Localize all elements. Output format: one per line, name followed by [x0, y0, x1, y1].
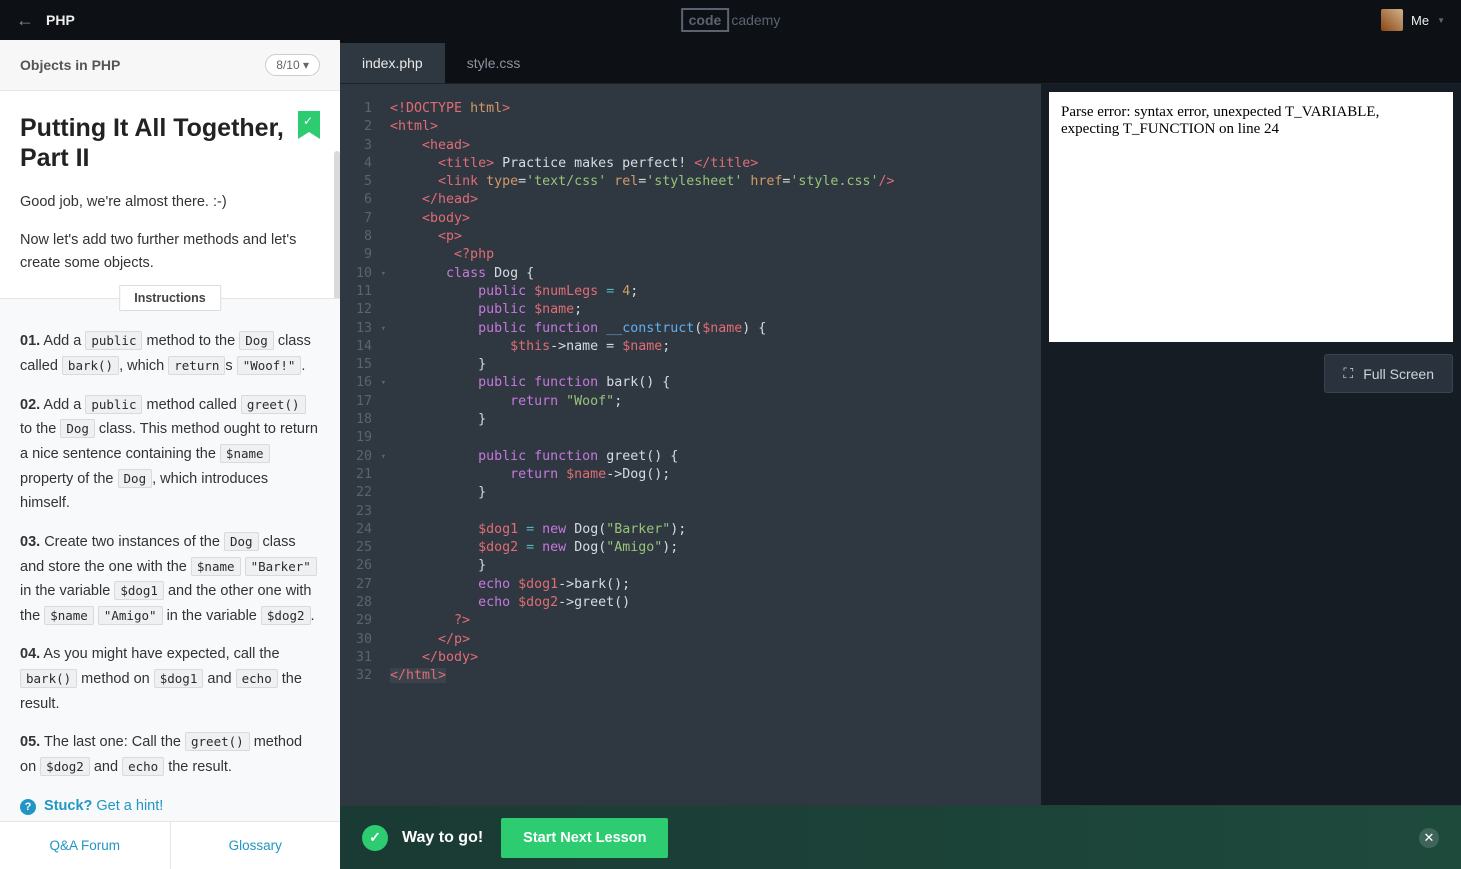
fullscreen-button[interactable]: ⛶ Full Screen — [1324, 354, 1453, 393]
tab-qa-forum[interactable]: Q&A Forum — [0, 822, 171, 869]
instruction-step-3: 03. Create two instances of the Dog clas… — [20, 530, 320, 629]
editor-panel: index.php style.css 1<!DOCTYPE html> 2<h… — [340, 40, 1461, 869]
logo-text: cademy — [731, 12, 780, 28]
footer-message: Way to go! — [402, 829, 483, 847]
tab-glossary[interactable]: Glossary — [171, 822, 341, 869]
bookmark-ribbon-icon[interactable]: ✓ — [298, 111, 320, 139]
course-name: PHP — [46, 12, 75, 28]
tab-index-php[interactable]: index.php — [340, 43, 445, 83]
check-circle-icon: ✓ — [362, 825, 388, 851]
logo[interactable]: codecademy — [681, 8, 781, 32]
file-tabs: index.php style.css — [340, 40, 1461, 84]
tab-style-css[interactable]: style.css — [445, 43, 543, 83]
fullscreen-icon: ⛶ — [1343, 365, 1353, 382]
logo-box: code — [681, 8, 730, 32]
progress-dropdown[interactable]: 8/10 ▾ — [265, 54, 320, 76]
section-name: Objects in PHP — [20, 57, 120, 73]
lesson-body: Putting It All Together, Part II ✓ Good … — [0, 91, 340, 821]
question-icon: ? — [20, 799, 36, 815]
instructions-body: 01. Add a public method to the Dog class… — [0, 299, 340, 821]
lesson-header: Objects in PHP 8/10 ▾ — [0, 40, 340, 91]
instruction-step-1: 01. Add a public method to the Dog class… — [20, 329, 320, 378]
instruction-step-4: 04. As you might have expected, call the… — [20, 642, 320, 716]
close-footer-button[interactable]: ✕ — [1419, 828, 1439, 848]
user-menu[interactable]: Me ▼ — [1381, 9, 1445, 31]
instruction-step-5: 05. The last one: Call the greet() metho… — [20, 730, 320, 779]
lesson-intro: Good job, we're almost there. :-) Now le… — [20, 191, 320, 274]
start-next-lesson-button[interactable]: Start Next Lesson — [501, 818, 668, 858]
instructions-divider: Instructions 01. Add a public method to … — [0, 298, 340, 821]
footer-bar: ✓ Way to go! Start Next Lesson ✕ — [340, 805, 1461, 869]
output-panel: Parse error: syntax error, unexpected T_… — [1041, 84, 1461, 869]
lesson-title: Putting It All Together, Part II — [20, 113, 298, 173]
back-arrow-icon[interactable]: ← — [16, 10, 34, 31]
avatar — [1381, 9, 1403, 31]
output-box: Parse error: syntax error, unexpected T_… — [1049, 92, 1453, 342]
lesson-panel: Objects in PHP 8/10 ▾ Putting It All Tog… — [0, 40, 340, 869]
hint-link[interactable]: ? Stuck? Get a hint! — [20, 794, 320, 819]
top-bar: ← PHP codecademy Me ▼ — [0, 0, 1461, 40]
instructions-label: Instructions — [119, 285, 221, 311]
bottom-tabs: Q&A Forum Glossary — [0, 821, 340, 869]
chevron-down-icon: ▼ — [1437, 16, 1445, 25]
user-label: Me — [1411, 13, 1429, 28]
instruction-step-2: 02. Add a public method called greet() t… — [20, 393, 320, 516]
code-editor[interactable]: 1<!DOCTYPE html> 2<html> 3 <head> 4 <tit… — [340, 84, 1041, 869]
error-message: Parse error: syntax error, unexpected T_… — [1061, 104, 1379, 137]
